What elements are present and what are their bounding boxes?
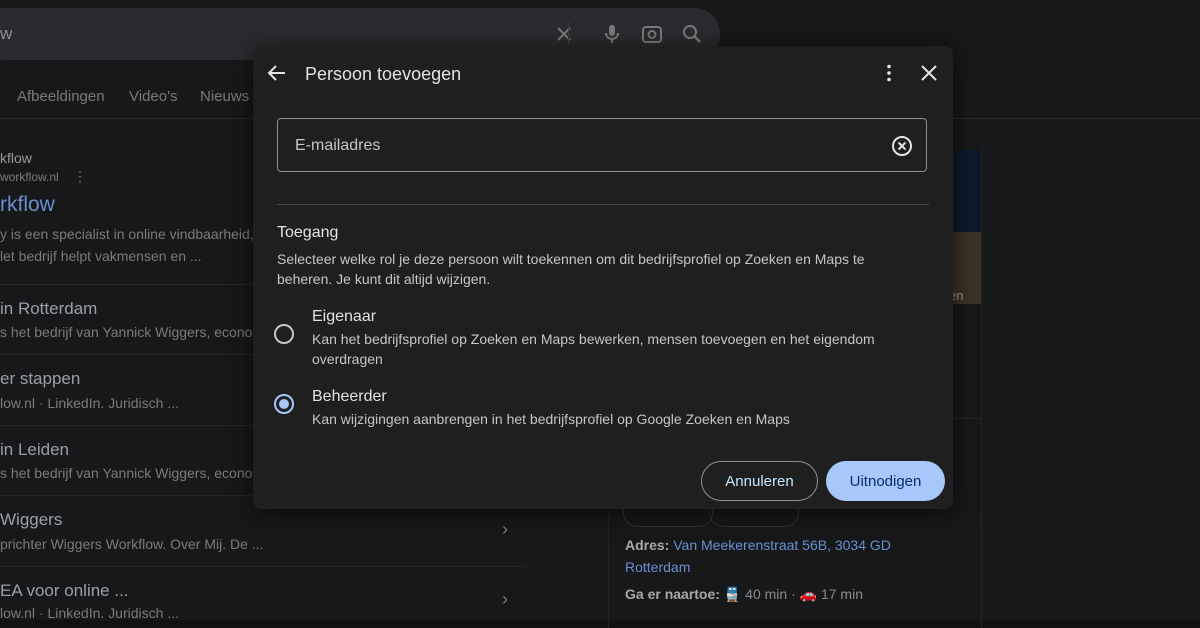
result-site-name: kflow <box>0 150 32 166</box>
car-icon: 🚗 <box>799 586 818 602</box>
radio-selected-icon[interactable] <box>273 393 295 415</box>
travel-line: Ga er naartoe: 🚆 40 min · 🚗 17 min <box>625 586 863 602</box>
radio-unselected-icon[interactable] <box>273 323 295 345</box>
role-description: Kan het bedrijfsprofiel op Zoeken en Map… <box>312 331 875 367</box>
result-title-link[interactable]: rkflow <box>0 193 55 217</box>
result-snippet: y is een specialist in online vindbaarhe… <box>0 226 270 242</box>
list-item-title[interactable]: er stappen <box>0 369 80 389</box>
cancel-button[interactable]: Annuleren <box>701 461 818 501</box>
list-item-title[interactable]: Wiggers <box>0 510 62 530</box>
list-item-snippet: s het bedrijf van Yannick Wiggers, econo… <box>0 465 265 481</box>
result-more-icon[interactable]: ⋮ <box>73 168 87 185</box>
address-line: Adres: Van Meekerenstraat 56B, 3034 GD R… <box>625 534 945 578</box>
list-item-snippet: prichter Wiggers Workflow. Over Mij. De … <box>0 536 264 552</box>
chevron-right-icon[interactable]: › <box>502 519 508 540</box>
invite-button[interactable]: Uitnodigen <box>826 461 945 501</box>
transit-time: 40 min <box>745 586 788 602</box>
map-thumbnail[interactable] <box>949 150 981 234</box>
access-heading: Toegang <box>277 224 339 241</box>
result-site-url: workflow.nl <box>0 170 59 184</box>
list-item-title[interactable]: in Leiden <box>0 440 69 460</box>
chevron-right-icon[interactable]: › <box>502 589 508 610</box>
add-person-dialog: Persoon toevoegen Toegang Selecteer welk… <box>253 46 953 509</box>
back-arrow-icon[interactable] <box>265 61 289 85</box>
clear-input-icon[interactable] <box>890 134 914 158</box>
role-title: Beheerder <box>312 388 387 405</box>
list-item-title[interactable]: in Rotterdam <box>0 299 97 319</box>
result-snippet: let bedrijf helpt vakmensen en ... <box>0 248 202 264</box>
list-item-snippet: low.nl · LinkedIn. Juridisch ... <box>0 605 179 621</box>
search-query: w <box>0 24 13 43</box>
dialog-title: Persoon toevoegen <box>305 64 462 84</box>
microphone-icon[interactable] <box>600 22 624 46</box>
clear-search-icon[interactable] <box>552 22 576 46</box>
tab-images[interactable]: Afbeeldingen <box>17 88 105 105</box>
lens-icon[interactable] <box>640 22 664 46</box>
email-input[interactable] <box>293 119 887 173</box>
email-field[interactable] <box>277 118 927 173</box>
list-item-title[interactable]: EA voor online ... <box>0 581 129 601</box>
list-item-snippet: low.nl · LinkedIn. Juridisch ... <box>0 395 179 411</box>
tab-news[interactable]: Nieuws <box>200 88 249 105</box>
role-title: Eigenaar <box>312 308 377 325</box>
list-item-snippet: s het bedrijf van Yannick Wiggers, econo… <box>0 324 265 340</box>
result-divider <box>0 566 525 567</box>
search-icon[interactable] <box>680 22 704 46</box>
section-divider <box>277 204 929 205</box>
close-icon[interactable] <box>917 61 941 85</box>
search-separator <box>568 22 569 48</box>
access-description: Selecteer welke rol je deze persoon wilt… <box>277 251 865 287</box>
address-label: Adres: <box>625 537 670 553</box>
more-options-icon[interactable] <box>877 61 901 85</box>
tab-videos[interactable]: Video's <box>129 88 177 105</box>
car-time: 17 min <box>820 586 863 602</box>
travel-label: Ga er naartoe: <box>625 586 720 602</box>
role-description: Kan wijzigingen aanbrengen in het bedrij… <box>312 411 790 427</box>
transit-icon: 🚆 <box>723 586 742 602</box>
